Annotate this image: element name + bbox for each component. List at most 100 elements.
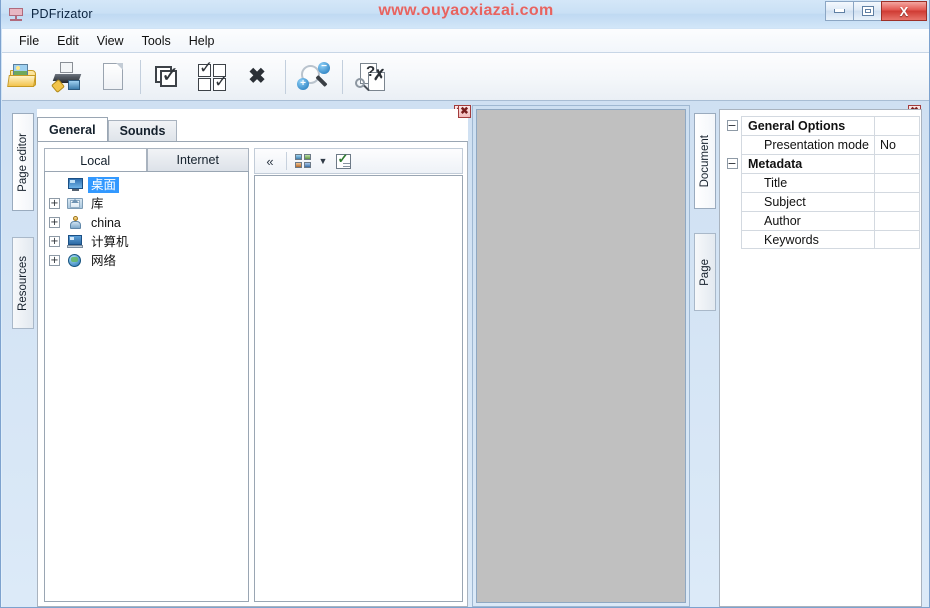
- toolbar-separator: [286, 152, 287, 170]
- tree-node-label: 计算机: [91, 234, 129, 249]
- thumbnails-view-button[interactable]: [291, 150, 315, 172]
- subtab-internet-label: Internet: [176, 153, 219, 167]
- maximize-button[interactable]: [853, 1, 882, 21]
- row-spacer: [723, 173, 741, 192]
- center-panel-close-button[interactable]: ✖: [458, 105, 471, 118]
- view-dropdown-button[interactable]: ▼: [315, 150, 331, 172]
- property-group-general-options[interactable]: − General Options: [723, 116, 920, 135]
- tree-node-china[interactable]: + china: [47, 213, 246, 232]
- select-all-icon: ✓: [152, 61, 186, 93]
- file-browser-toolbar: « ▼: [254, 148, 463, 174]
- folder-tree[interactable]: 桌面 + 库 + china + 计算机 + 网络: [44, 171, 249, 602]
- property-row-subject[interactable]: Subject: [723, 192, 920, 211]
- group-expander[interactable]: −: [723, 154, 741, 173]
- new-page-button[interactable]: [90, 56, 134, 98]
- checklist-icon: [335, 151, 351, 169]
- scanner-import-icon: [50, 61, 85, 93]
- select-all-button[interactable]: ✓: [147, 56, 191, 98]
- subtab-local-label: Local: [80, 153, 111, 168]
- property-value[interactable]: [874, 211, 920, 230]
- group-expander[interactable]: −: [723, 116, 741, 135]
- general-tab-body: Local Internet 桌面 + 库 + china + 计算机 + 网络…: [37, 141, 468, 607]
- tree-expander[interactable]: +: [49, 236, 60, 247]
- collapse-icon: «: [266, 153, 274, 169]
- vtab-page[interactable]: Page: [694, 233, 716, 311]
- tab-general[interactable]: General: [37, 117, 108, 141]
- file-list[interactable]: [254, 175, 463, 602]
- vtab-resources[interactable]: Resources: [12, 237, 34, 329]
- tree-node-label: 网络: [91, 253, 117, 268]
- window-title: PDFrizator: [31, 7, 93, 21]
- page-preview-panel: [472, 105, 690, 607]
- vtab-page-editor[interactable]: Page editor: [12, 113, 34, 211]
- open-folder-icon: [7, 61, 41, 93]
- menu-edit[interactable]: Edit: [48, 31, 88, 51]
- page-preview-button[interactable]: ? ✗: [349, 56, 393, 98]
- property-name: Subject: [741, 192, 874, 211]
- property-value[interactable]: [874, 192, 920, 211]
- row-spacer: [723, 230, 741, 249]
- property-value[interactable]: [874, 173, 920, 192]
- toolbar-separator: [140, 59, 141, 94]
- property-name: Metadata: [741, 154, 874, 173]
- menu-tools[interactable]: Tools: [133, 31, 180, 51]
- site-watermark: www.ouyaoxiazai.com: [378, 2, 554, 19]
- collapse-icon: −: [726, 156, 738, 170]
- tree-node-library[interactable]: + 库: [47, 194, 246, 213]
- property-value[interactable]: No: [874, 135, 920, 154]
- property-name: General Options: [741, 116, 874, 135]
- workspace: ✖ Page editor Resources General Sounds: [2, 101, 929, 607]
- close-icon: X: [899, 3, 909, 19]
- checklist-button[interactable]: [331, 150, 355, 172]
- property-row-presentation-mode[interactable]: Presentation mode No: [723, 135, 920, 154]
- tree-node-desktop[interactable]: 桌面: [47, 175, 246, 194]
- projector-icon: [8, 6, 24, 22]
- property-row-author[interactable]: Author: [723, 211, 920, 230]
- collapse-button[interactable]: «: [258, 150, 282, 172]
- subtab-local[interactable]: Local: [44, 148, 147, 172]
- menu-help[interactable]: Help: [180, 31, 224, 51]
- preview-canvas[interactable]: [476, 109, 686, 603]
- close-button[interactable]: X: [881, 1, 927, 21]
- menu-view[interactable]: View: [88, 31, 133, 51]
- zoom-in-out-icon: + −: [297, 61, 331, 93]
- subtab-internet[interactable]: Internet: [146, 148, 249, 171]
- property-row-title[interactable]: Title: [723, 173, 920, 192]
- left-panel-content: General Sounds Local Internet 桌面 + 库 + c…: [37, 109, 468, 607]
- tree-expander[interactable]: +: [49, 217, 60, 228]
- row-spacer: [723, 192, 741, 211]
- import-scanner-button[interactable]: [46, 56, 90, 98]
- open-folder-button[interactable]: [2, 56, 46, 98]
- invert-selection-icon: ✓ ✓: [198, 57, 229, 92]
- window-controls: X: [825, 1, 927, 21]
- zoom-minus-badge: −: [318, 61, 330, 74]
- vtab-page-editor-label: Page editor: [17, 132, 29, 192]
- application-window: PDFrizator www.ouyaoxiazai.com X File Ed…: [0, 0, 930, 608]
- library-icon: [67, 196, 84, 211]
- invert-selection-button[interactable]: ✓ ✓: [191, 56, 235, 98]
- property-group-metadata[interactable]: − Metadata: [723, 154, 920, 173]
- property-value[interactable]: [874, 230, 920, 249]
- tab-sounds[interactable]: Sounds: [107, 120, 178, 141]
- delete-button[interactable]: ✖: [235, 56, 279, 98]
- tree-expander[interactable]: +: [49, 255, 60, 266]
- row-spacer: [723, 135, 741, 154]
- menu-file[interactable]: File: [10, 31, 48, 51]
- property-name: Title: [741, 173, 874, 192]
- tree-expander[interactable]: +: [49, 198, 60, 209]
- tree-node-computer[interactable]: + 计算机: [47, 232, 246, 251]
- row-spacer: [723, 211, 741, 230]
- vtab-document[interactable]: Document: [694, 113, 716, 209]
- minimize-button[interactable]: [825, 1, 854, 21]
- tab-sounds-label: Sounds: [119, 124, 166, 138]
- property-value: [874, 116, 920, 135]
- zoom-plus-badge: +: [297, 77, 309, 90]
- tree-node-network[interactable]: + 网络: [47, 251, 246, 270]
- right-vertical-tabs: Document Page: [694, 113, 716, 315]
- close-icon: ✖: [460, 105, 469, 117]
- file-browser-panel: « ▼: [254, 148, 463, 602]
- tree-node-label: china: [91, 215, 121, 230]
- blank-page-icon: [95, 61, 129, 93]
- property-row-keywords[interactable]: Keywords: [723, 230, 920, 249]
- zoom-button[interactable]: + −: [292, 56, 336, 98]
